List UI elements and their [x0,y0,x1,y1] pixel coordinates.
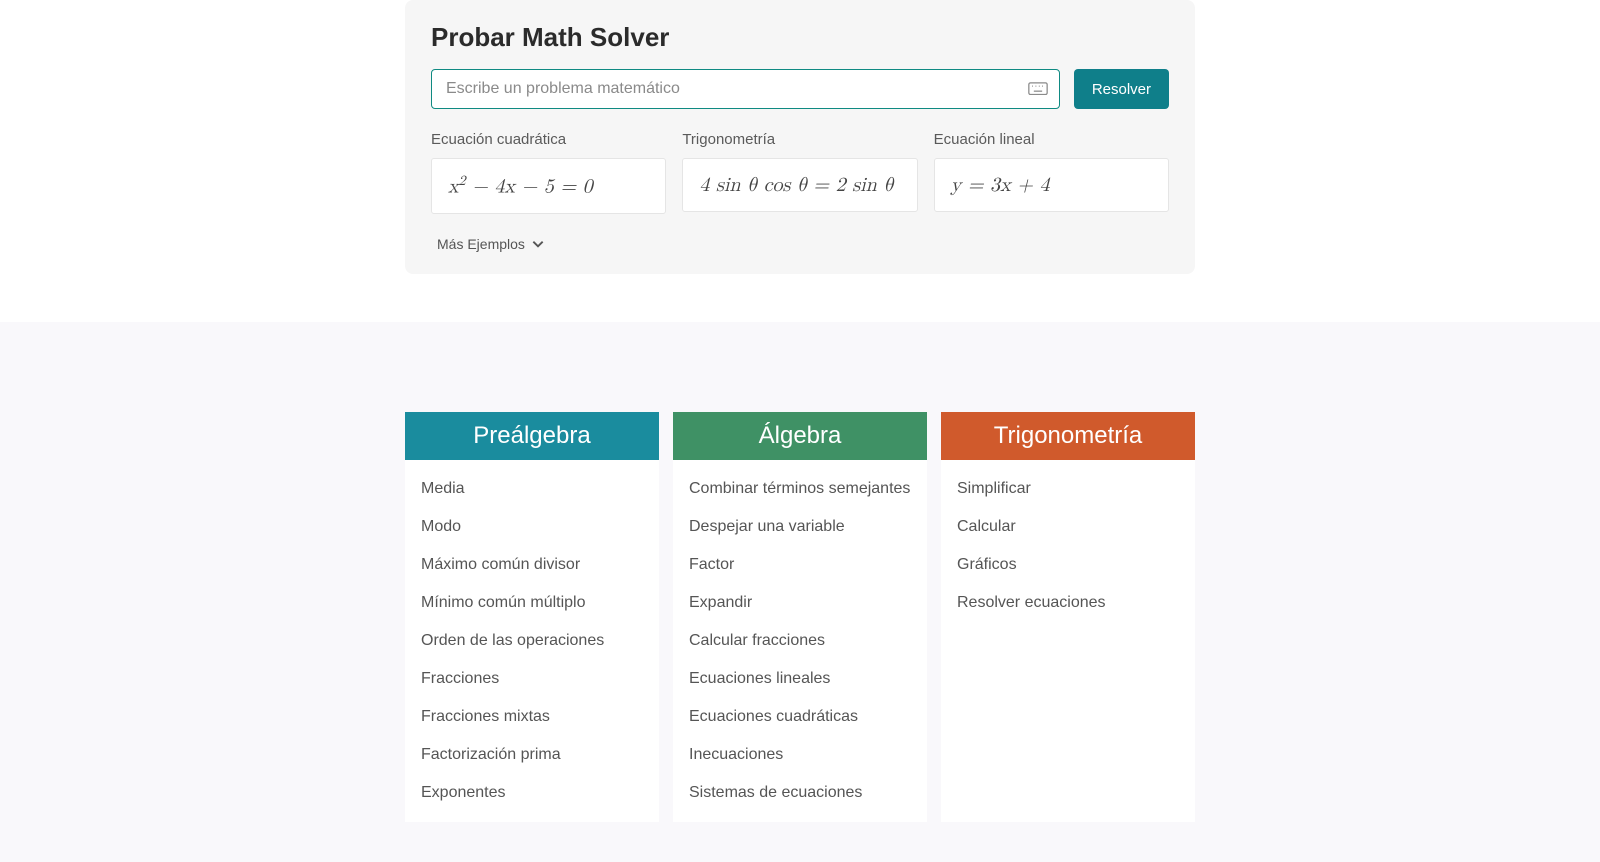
category-item[interactable]: Fracciones [421,660,643,698]
example-trig: Trigonometría 4 sin θ cos θ = 2 sin θ [682,131,917,214]
category-item[interactable]: Media [421,470,643,508]
math-input[interactable] [431,69,1060,109]
categories-section: PreálgebraMediaModoMáximo común divisorM… [0,322,1600,862]
category-item[interactable]: Inecuaciones [689,736,911,774]
category-item[interactable]: Calcular fracciones [689,622,911,660]
category-item[interactable]: Sistemas de ecuaciones [689,774,911,812]
chevron-down-icon [531,237,545,251]
solver-panel: Probar Math Solver Resolver Ecuación cua… [405,0,1195,274]
category-item[interactable]: Gráficos [957,546,1179,584]
category-header[interactable]: Preálgebra [405,412,659,460]
solver-input-row: Resolver [431,69,1169,109]
category-item[interactable]: Ecuaciones cuadráticas [689,698,911,736]
category-header[interactable]: Trigonometría [941,412,1195,460]
category-item[interactable]: Despejar una variable [689,508,911,546]
keyboard-icon[interactable] [1028,82,1048,96]
example-expr: y = 3x + 4 [951,173,1050,197]
category-item[interactable]: Simplificar [957,470,1179,508]
example-expr: 4 sin θ cos θ = 2 sin θ [699,173,893,197]
category-item[interactable]: Calcular [957,508,1179,546]
example-card-linear[interactable]: y = 3x + 4 [934,158,1169,212]
example-label: Ecuación lineal [934,131,1169,148]
example-card-trig[interactable]: 4 sin θ cos θ = 2 sin θ [682,158,917,212]
example-expr: x2 − 4x − 5 = 0 [448,173,593,199]
category-item[interactable]: Ecuaciones lineales [689,660,911,698]
categories-wrap: PreálgebraMediaModoMáximo común divisorM… [405,412,1195,822]
examples-row: Ecuación cuadrática x2 − 4x − 5 = 0 Trig… [431,131,1169,214]
category-item[interactable]: Resolver ecuaciones [957,584,1179,622]
example-label: Trigonometría [682,131,917,148]
solve-button[interactable]: Resolver [1074,69,1169,109]
category-column: PreálgebraMediaModoMáximo común divisorM… [405,412,659,822]
solver-title: Probar Math Solver [431,22,1169,53]
example-label: Ecuación cuadrática [431,131,666,148]
category-item[interactable]: Factorización prima [421,736,643,774]
category-list: MediaModoMáximo común divisorMínimo comú… [405,460,659,822]
category-list: Combinar términos semejantesDespejar una… [673,460,927,822]
category-column: ÁlgebraCombinar términos semejantesDespe… [673,412,927,822]
more-examples-label: Más Ejemplos [437,236,525,252]
category-item[interactable]: Orden de las operaciones [421,622,643,660]
category-column: TrigonometríaSimplificarCalcularGráficos… [941,412,1195,822]
solver-input-wrapper [431,69,1060,109]
category-item[interactable]: Factor [689,546,911,584]
category-item[interactable]: Fracciones mixtas [421,698,643,736]
example-card-quadratic[interactable]: x2 − 4x − 5 = 0 [431,158,666,214]
more-examples-toggle[interactable]: Más Ejemplos [431,236,545,252]
example-linear: Ecuación lineal y = 3x + 4 [934,131,1169,214]
category-item[interactable]: Exponentes [421,774,643,812]
category-item[interactable]: Modo [421,508,643,546]
category-item[interactable]: Máximo común divisor [421,546,643,584]
category-item[interactable]: Mínimo común múltiplo [421,584,643,622]
example-quadratic: Ecuación cuadrática x2 − 4x − 5 = 0 [431,131,666,214]
category-item[interactable]: Combinar términos semejantes [689,470,911,508]
category-list: SimplificarCalcularGráficosResolver ecua… [941,460,1195,632]
category-header[interactable]: Álgebra [673,412,927,460]
category-item[interactable]: Expandir [689,584,911,622]
